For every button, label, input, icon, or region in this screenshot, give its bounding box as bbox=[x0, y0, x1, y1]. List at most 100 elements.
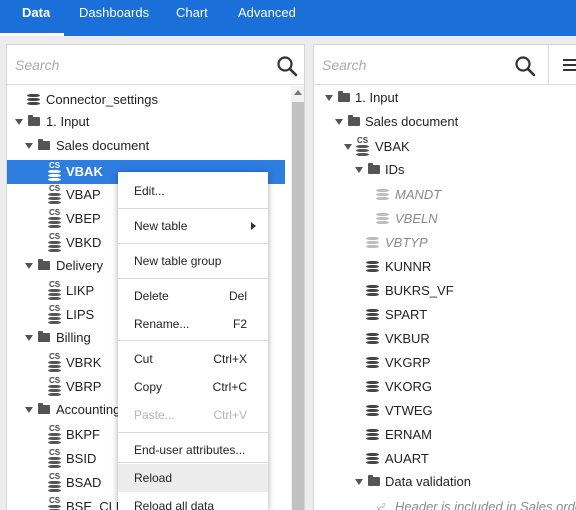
tree-item-bsid[interactable]: CS BSID bbox=[7, 447, 117, 471]
caret-down-icon[interactable] bbox=[325, 95, 333, 101]
context-menu: Edit... New table New table group Delete… bbox=[118, 172, 268, 510]
tree-item-vbep[interactable]: CS VBEP bbox=[7, 207, 117, 231]
field-spart[interactable]: SPART bbox=[314, 303, 576, 327]
tree-item-accounting[interactable]: Accounting bbox=[7, 398, 120, 422]
caret-down-icon[interactable] bbox=[25, 407, 33, 413]
tree-item-bkpf[interactable]: CS BKPF bbox=[7, 423, 117, 447]
left-search-input[interactable] bbox=[7, 45, 267, 84]
tree-item-delivery[interactable]: Delivery bbox=[7, 254, 117, 278]
cs-table-icon: CS bbox=[48, 209, 62, 229]
field-auart[interactable]: AUART bbox=[314, 447, 576, 471]
tab-chart[interactable]: Chart bbox=[176, 0, 208, 36]
tree-item-ids[interactable]: IDs bbox=[314, 158, 576, 182]
folder-icon bbox=[38, 331, 50, 342]
cs-table-icon: CS bbox=[48, 162, 62, 182]
tree-item-vbrk[interactable]: CS VBRK bbox=[7, 351, 117, 375]
menu-divider bbox=[118, 208, 268, 209]
menu-item-reload-all-data[interactable]: Reload all data bbox=[118, 492, 268, 510]
tree-item-vbak[interactable]: CS VBAK bbox=[314, 135, 576, 159]
scroll-up-arrow-icon[interactable] bbox=[294, 90, 302, 95]
field-vkorg[interactable]: VKORG bbox=[314, 375, 576, 399]
field-icon bbox=[376, 213, 389, 225]
right-search-input[interactable] bbox=[314, 45, 506, 84]
search-icon[interactable] bbox=[514, 55, 536, 77]
menu-icon[interactable] bbox=[563, 59, 576, 71]
caret-down-icon[interactable] bbox=[335, 119, 343, 125]
tab-advanced[interactable]: Advanced bbox=[238, 0, 296, 36]
tree-item-sales-document[interactable]: Sales document bbox=[314, 110, 576, 134]
menu-item-delete[interactable]: Delete Del bbox=[118, 282, 268, 310]
caret-down-icon[interactable] bbox=[15, 119, 23, 125]
tab-data[interactable]: Data bbox=[22, 0, 50, 36]
tree-item-data-validation[interactable]: Data validation bbox=[314, 470, 576, 494]
scrollbar-thumb[interactable] bbox=[292, 102, 304, 510]
field-vkgrp[interactable]: VKGRP bbox=[314, 351, 576, 375]
tree-item-connector-settings[interactable]: Connector_settings bbox=[7, 88, 285, 112]
field-icon bbox=[366, 381, 379, 393]
menu-item-new-table-group[interactable]: New table group bbox=[118, 247, 268, 275]
tree-item-vbkd[interactable]: CS VBKD bbox=[7, 231, 117, 255]
cs-table-icon: CS bbox=[48, 377, 62, 397]
menu-item-new-table[interactable]: New table bbox=[118, 212, 268, 240]
tree-item-sales-document[interactable]: Sales document bbox=[7, 134, 285, 158]
folder-icon bbox=[38, 139, 50, 150]
tree-item-vbap[interactable]: CS VBAP bbox=[7, 183, 117, 207]
toolbar-divider bbox=[548, 45, 549, 85]
tree-item-lips[interactable]: CS LIPS bbox=[7, 303, 117, 327]
tree-item-bsad[interactable]: CS BSAD bbox=[7, 471, 117, 495]
tree-item-billing[interactable]: Billing bbox=[7, 326, 117, 350]
field-icon bbox=[376, 189, 389, 201]
folder-icon bbox=[338, 91, 350, 102]
field-ernam[interactable]: ERNAM bbox=[314, 423, 576, 447]
menu-divider bbox=[118, 278, 268, 279]
menu-item-rename[interactable]: Rename... F2 bbox=[118, 310, 268, 338]
top-tab-bar: Data Dashboards Chart Advanced bbox=[0, 0, 576, 36]
cs-table-icon: CS bbox=[48, 233, 62, 253]
field-icon bbox=[366, 237, 379, 249]
cs-table-icon: CS bbox=[356, 137, 370, 157]
menu-item-copy[interactable]: Copy Ctrl+C bbox=[118, 373, 268, 401]
search-icon[interactable] bbox=[276, 55, 298, 77]
formula-icon: x2 bbox=[376, 503, 386, 510]
tree-item-1-input[interactable]: 1. Input bbox=[7, 110, 285, 134]
caret-down-icon[interactable] bbox=[355, 479, 363, 485]
caret-down-icon[interactable] bbox=[25, 263, 33, 269]
validation-item[interactable]: x2 Header is included in Sales order ... bbox=[314, 495, 576, 510]
menu-item-reload[interactable]: Reload bbox=[118, 464, 268, 492]
field-icon bbox=[366, 405, 379, 417]
field-vkbur[interactable]: VKBUR bbox=[314, 327, 576, 351]
cs-table-icon: CS bbox=[48, 497, 62, 510]
field-vbeln[interactable]: VBELN bbox=[314, 207, 576, 231]
right-search-bar bbox=[314, 45, 576, 85]
menu-item-paste[interactable]: Paste... Ctrl+V bbox=[118, 401, 268, 429]
database-icon bbox=[27, 94, 40, 106]
field-mandt[interactable]: MANDT bbox=[314, 183, 576, 207]
caret-down-icon[interactable] bbox=[25, 335, 33, 341]
tree-item-1-input[interactable]: 1. Input bbox=[314, 86, 576, 110]
cs-table-icon: CS bbox=[48, 185, 62, 205]
field-icon bbox=[366, 357, 379, 369]
cs-table-icon: CS bbox=[48, 425, 62, 445]
menu-item-cut[interactable]: Cut Ctrl+X bbox=[118, 345, 268, 373]
field-vbtyp[interactable]: VBTYP bbox=[314, 231, 576, 255]
tree-item-likp[interactable]: CS LIKP bbox=[7, 279, 117, 303]
menu-item-end-user-attributes[interactable]: End-user attributes... bbox=[118, 436, 268, 464]
cs-table-icon: CS bbox=[48, 473, 62, 493]
menu-item-edit[interactable]: Edit... bbox=[118, 177, 268, 205]
menu-divider bbox=[118, 462, 268, 463]
field-vtweg[interactable]: VTWEG bbox=[314, 399, 576, 423]
folder-icon bbox=[368, 475, 380, 486]
tree-item-bse-clr[interactable]: CS BSE_CLR bbox=[7, 495, 125, 510]
menu-divider bbox=[118, 243, 268, 244]
field-kunnr[interactable]: KUNNR bbox=[314, 255, 576, 279]
caret-down-icon[interactable] bbox=[355, 167, 363, 173]
menu-divider bbox=[118, 340, 268, 341]
tree-item-vbrp[interactable]: CS VBRP bbox=[7, 375, 117, 399]
left-scrollbar[interactable] bbox=[291, 86, 304, 510]
caret-down-icon[interactable] bbox=[25, 143, 33, 149]
caret-down-icon[interactable] bbox=[344, 144, 352, 150]
field-bukrs-vf[interactable]: BUKRS_VF bbox=[314, 279, 576, 303]
field-tree-panel: 1. Input Sales document CS VBAK IDs MAND… bbox=[313, 44, 576, 510]
tab-dashboards[interactable]: Dashboards bbox=[79, 0, 149, 36]
cs-table-icon: CS bbox=[48, 305, 62, 325]
